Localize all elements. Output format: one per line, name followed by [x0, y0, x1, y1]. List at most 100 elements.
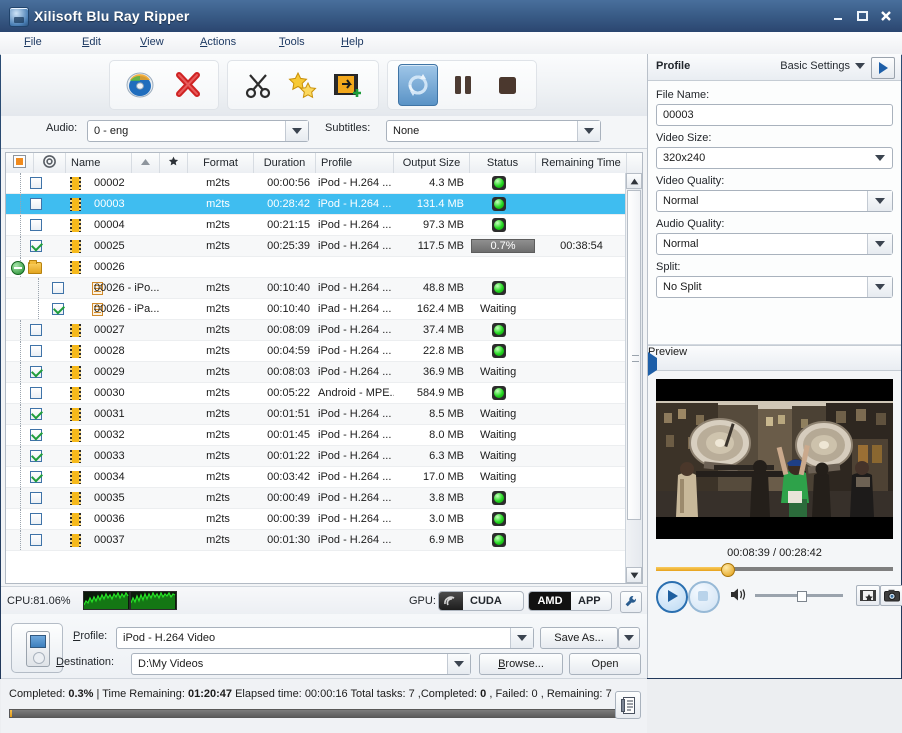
maximize-icon[interactable] [852, 6, 872, 26]
table-row[interactable]: 00031m2ts00:01:51iPod - H.264 ...8.5 MBW… [6, 404, 627, 425]
basic-settings-dropdown[interactable]: Basic Settings [780, 60, 865, 72]
video-size-combo[interactable]: 320x240 [656, 147, 893, 169]
effect-button[interactable] [283, 65, 322, 105]
row-checkbox[interactable] [52, 282, 64, 294]
row-checkbox[interactable] [30, 177, 42, 189]
save-as-dropdown[interactable] [618, 627, 640, 649]
menu-item-file[interactable]: File [24, 36, 42, 48]
cuda-badge[interactable]: CUDA [438, 591, 524, 611]
row-checkbox[interactable] [30, 219, 42, 231]
camera-icon[interactable] [880, 585, 902, 606]
table-row[interactable]: 00025m2ts00:25:39iPod - H.264 ...117.5 M… [6, 236, 627, 257]
table-row[interactable]: 00032m2ts00:01:45iPod - H.264 ...8.0 MBW… [6, 425, 627, 446]
menu-item-help[interactable]: Help [341, 36, 364, 48]
preview-expand-button[interactable] [648, 358, 901, 370]
file-name-field[interactable]: 00003 [656, 104, 893, 126]
video-quality-combo[interactable]: Normal [656, 190, 893, 212]
row-checkbox[interactable] [52, 303, 64, 315]
chevron-down-icon[interactable] [867, 277, 892, 297]
chevron-down-icon[interactable] [867, 191, 892, 211]
menu-item-tools[interactable]: Tools [279, 36, 305, 48]
play-icon[interactable] [656, 581, 688, 613]
sort-ascending-icon[interactable] [132, 153, 160, 173]
row-checkbox[interactable] [30, 492, 42, 504]
split-combo[interactable]: No Split [656, 276, 893, 298]
clip-button[interactable] [238, 65, 277, 105]
stop-button[interactable] [488, 65, 526, 105]
row-checkbox[interactable] [30, 324, 42, 336]
table-row[interactable]: 00036m2ts00:00:39iPod - H.264 ...3.0 MB [6, 509, 627, 530]
audio-quality-combo[interactable]: Normal [656, 233, 893, 255]
column-header-format[interactable]: Format [188, 153, 254, 173]
menu-item-edit[interactable]: Edit [82, 36, 101, 48]
table-row[interactable]: 00002m2ts00:00:56iPod - H.264 ...4.3 MB [6, 173, 627, 194]
volume-knob[interactable] [797, 591, 807, 602]
table-row[interactable]: 00026 - iPa...m2ts00:10:40iPad - H.264 .… [6, 299, 627, 320]
chevron-down-icon[interactable] [510, 628, 533, 648]
chevron-down-icon[interactable] [867, 234, 892, 254]
row-checkbox[interactable] [30, 450, 42, 462]
row-checkbox[interactable] [30, 198, 42, 210]
log-list-icon[interactable] [615, 691, 641, 719]
table-row[interactable]: 00026 - iPo...m2ts00:10:40iPod - H.264 .… [6, 278, 627, 299]
table-row[interactable]: 00003m2ts00:28:42iPod - H.264 ...131.4 M… [6, 194, 627, 215]
seek-knob[interactable] [721, 563, 735, 577]
column-header-remaining-time[interactable]: Remaining Time [536, 153, 627, 173]
task-list-scrollbar[interactable] [625, 173, 642, 583]
volume-slider[interactable] [755, 591, 843, 599]
table-row[interactable]: 00033m2ts00:01:22iPod - H.264 ...6.3 MBW… [6, 446, 627, 467]
table-row[interactable]: 00035m2ts00:00:49iPod - H.264 ...3.8 MB [6, 488, 627, 509]
destination-combo[interactable]: D:\My Videos [131, 653, 471, 675]
column-header-duration[interactable]: Duration [254, 153, 316, 173]
merge-button[interactable] [329, 65, 368, 105]
chevron-down-icon[interactable] [577, 121, 600, 141]
load-disc-button[interactable] [120, 65, 161, 105]
menu-item-view[interactable]: View [140, 36, 164, 48]
select-all-header[interactable] [6, 153, 34, 173]
browse-button[interactable]: Browse... [479, 653, 563, 675]
row-checkbox[interactable] [30, 513, 42, 525]
table-row[interactable]: 00004m2ts00:21:15iPod - H.264 ...97.3 MB [6, 215, 627, 236]
menu-item-actions[interactable]: Actions [200, 36, 236, 48]
column-header-name[interactable]: Name [66, 153, 132, 173]
chevron-down-icon[interactable] [447, 654, 470, 674]
snapshot-folder-icon[interactable] [856, 585, 880, 606]
column-header-profile[interactable]: Profile [316, 153, 394, 173]
wrench-icon[interactable] [620, 591, 642, 613]
table-row[interactable]: 00029m2ts00:08:03iPod - H.264 ...36.9 MB… [6, 362, 627, 383]
chevron-down-icon[interactable] [868, 148, 892, 168]
star-icon[interactable] [160, 153, 188, 173]
row-checkbox[interactable] [30, 366, 42, 378]
minimize-icon[interactable] [828, 6, 848, 26]
collapse-node-icon[interactable] [11, 261, 25, 275]
table-row[interactable]: 00030m2ts00:05:22Android - MPE...584.9 M… [6, 383, 627, 404]
row-checkbox[interactable] [30, 345, 42, 357]
table-row[interactable]: 00026 [6, 257, 627, 278]
table-row[interactable]: 00037m2ts00:01:30iPod - H.264 ...6.9 MB [6, 530, 627, 551]
table-row[interactable]: 00028m2ts00:04:59iPod - H.264 ...22.8 MB [6, 341, 627, 362]
row-checkbox[interactable] [30, 471, 42, 483]
save-as-button[interactable]: Save As... [540, 627, 618, 649]
profile-combo[interactable]: iPod - H.264 Video [116, 627, 534, 649]
column-header-output-size[interactable]: Output Size [394, 153, 470, 173]
scroll-down-button[interactable] [626, 567, 642, 583]
convert-button[interactable] [398, 64, 438, 106]
stop-icon[interactable] [688, 581, 720, 613]
close-icon[interactable] [876, 6, 896, 26]
open-button[interactable]: Open [569, 653, 641, 675]
column-header-status[interactable]: Status [470, 153, 536, 173]
amd-app-badge[interactable]: AMD APP [528, 591, 612, 611]
row-checkbox[interactable] [30, 429, 42, 441]
row-checkbox[interactable] [30, 408, 42, 420]
scrollbar-thumb[interactable] [627, 190, 641, 520]
row-checkbox[interactable] [30, 240, 42, 252]
preview-seek-slider[interactable] [656, 563, 893, 575]
audio-combo[interactable]: 0 - eng [87, 120, 309, 142]
profile-expand-button[interactable] [871, 57, 895, 79]
pause-button[interactable] [444, 65, 482, 105]
row-checkbox[interactable] [30, 387, 42, 399]
target-disc-icon[interactable] [34, 153, 66, 173]
chevron-down-icon[interactable] [285, 121, 308, 141]
remove-button[interactable] [167, 65, 208, 105]
subtitles-combo[interactable]: None [386, 120, 601, 142]
